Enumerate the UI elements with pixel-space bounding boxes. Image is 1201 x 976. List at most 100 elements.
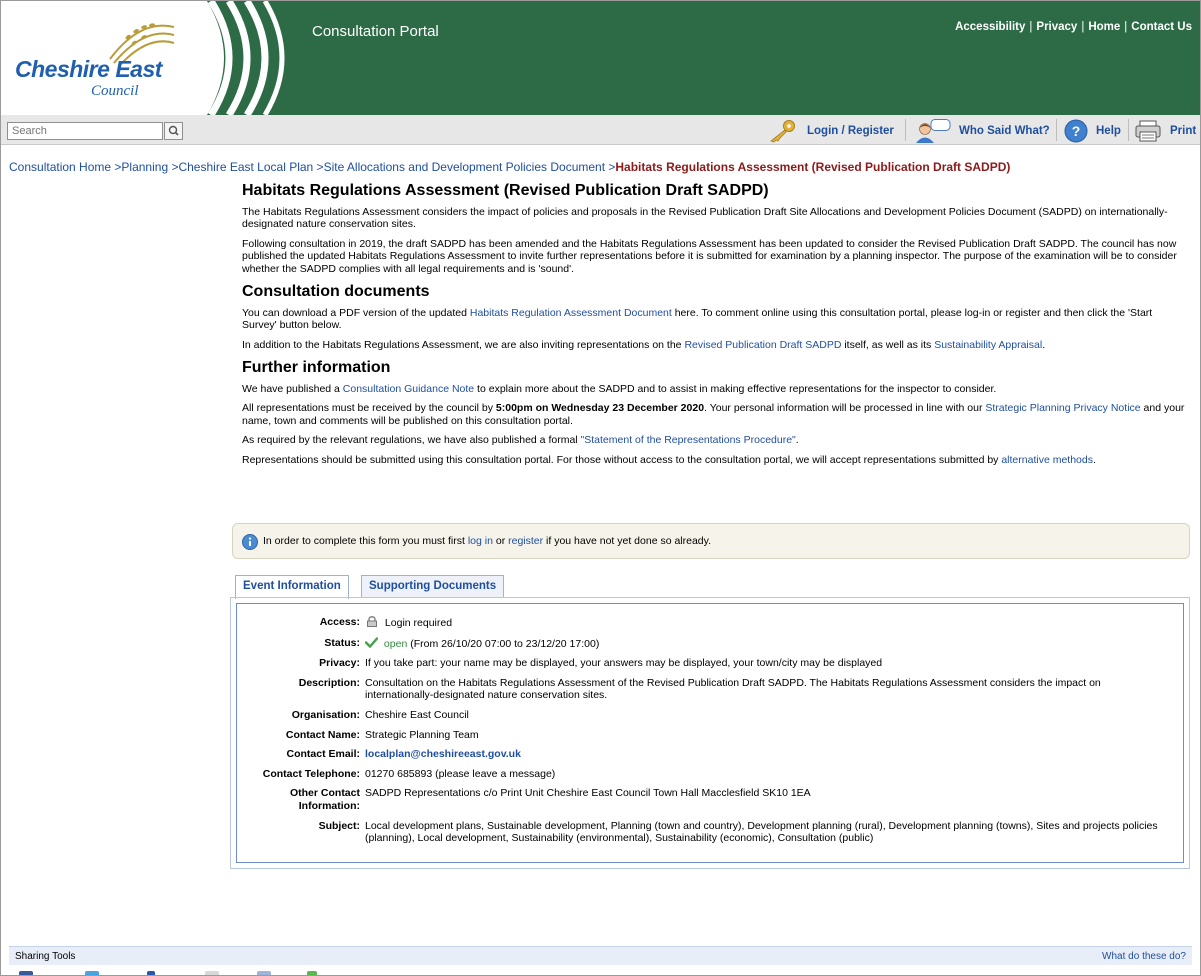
breadcrumb-link-planning[interactable]: Planning bbox=[121, 160, 168, 174]
consultation-documents-heading: Consultation documents bbox=[242, 282, 430, 300]
site-header: Cheshire East Council Consultation Porta… bbox=[1, 1, 1200, 115]
organisation-label: Organisation: bbox=[291, 708, 360, 721]
documents-paragraph-1: You can download a PDF version of the up… bbox=[242, 306, 1153, 332]
contact-telephone-row: Contact Telephone: 01270 685893 (please … bbox=[237, 768, 1183, 781]
print-button[interactable]: Print bbox=[1134, 119, 1196, 143]
hra-document-link[interactable]: Habitats Regulation Assessment Document bbox=[470, 307, 672, 319]
logo-main-text: Cheshire East bbox=[15, 56, 162, 82]
svg-text:?: ? bbox=[1072, 123, 1081, 139]
further-paragraph-3: As required by the relevant regulations,… bbox=[242, 434, 799, 447]
login-register-button[interactable]: Login / Register bbox=[765, 119, 894, 143]
logo-sub-text: Council bbox=[91, 83, 139, 99]
print-label: Print bbox=[1170, 125, 1197, 137]
description-label: Description: bbox=[298, 676, 360, 689]
email-share-icon[interactable] bbox=[205, 971, 219, 975]
who-said-what-label: Who Said What? bbox=[959, 125, 1050, 137]
linkedin-icon[interactable] bbox=[147, 971, 155, 975]
other-contact-row: Other Contact Information: SADPD Represe… bbox=[237, 787, 1183, 812]
home-link[interactable]: Home bbox=[1088, 21, 1120, 33]
statement-procedure-link[interactable]: "Statement of the Representations Proced… bbox=[581, 434, 796, 446]
accessibility-link[interactable]: Accessibility bbox=[955, 21, 1025, 33]
further-information-heading: Further information bbox=[242, 359, 391, 376]
logo[interactable]: Cheshire East Council bbox=[1, 1, 206, 115]
further-paragraph-4: Representations should be submitted usin… bbox=[242, 453, 1096, 466]
tab-supporting-documents[interactable]: Supporting Documents bbox=[361, 575, 505, 598]
contact-us-link[interactable]: Contact Us bbox=[1131, 21, 1192, 33]
further-paragraph-1: We have published a Consultation Guidanc… bbox=[242, 383, 997, 395]
share-more-icon[interactable] bbox=[307, 971, 317, 975]
contact-name-value: Strategic Planning Team bbox=[365, 728, 479, 741]
privacy-value: If you take part: your name may be displ… bbox=[365, 657, 883, 670]
status-row: Status: open (From 26/10/20 07:00 to 23/… bbox=[237, 637, 1183, 651]
what-do-these-do-link[interactable]: What do these do? bbox=[1102, 951, 1186, 962]
portal-title: Consultation Portal bbox=[312, 23, 439, 40]
event-information-box: Access: Login required Status: open (Fro… bbox=[236, 603, 1184, 863]
access-row: Access: Login required bbox=[237, 616, 1183, 630]
sustainability-appraisal-link[interactable]: Sustainability Appraisal bbox=[934, 339, 1042, 351]
notice-register-link[interactable]: register bbox=[508, 535, 543, 547]
breadcrumb-link-local-plan[interactable]: Cheshire East Local Plan bbox=[178, 160, 313, 174]
facebook-icon[interactable] bbox=[19, 971, 33, 975]
key-icon bbox=[770, 120, 795, 143]
other-contact-value: SADPD Representations c/o Print Unit Che… bbox=[365, 787, 811, 800]
contact-name-label: Contact Name: bbox=[285, 728, 360, 741]
page-frame: Cheshire East Council Consultation Porta… bbox=[0, 0, 1201, 976]
top-links: Accessibility | Privacy | Home | Contact Us bbox=[955, 21, 1192, 33]
contact-telephone-label: Contact Telephone: bbox=[262, 767, 360, 780]
alternative-methods-link[interactable]: alternative methods bbox=[1001, 454, 1093, 466]
breadcrumb-link-home[interactable]: Consultation Home bbox=[9, 160, 111, 174]
further-paragraph-2: All representations must be received by … bbox=[242, 402, 1185, 427]
organisation-value: Cheshire East Council bbox=[365, 708, 469, 721]
help-icon: ? bbox=[1064, 119, 1088, 143]
privacy-notice-link[interactable]: Strategic Planning Privacy Notice bbox=[985, 402, 1140, 414]
sharing-tools-bar: Sharing Tools What do these do? bbox=[9, 946, 1192, 965]
toolbar-divider bbox=[1056, 119, 1057, 141]
search-icon bbox=[168, 125, 179, 136]
subject-row: Subject: Local development plans, Sustai… bbox=[237, 820, 1183, 845]
revised-draft-sadpd-link[interactable]: Revised Publication Draft SADPD bbox=[684, 339, 841, 351]
bookmark-icon[interactable] bbox=[257, 971, 271, 975]
breadcrumb: Consultation Home >Planning >Cheshire Ea… bbox=[9, 160, 1011, 174]
guidance-note-link[interactable]: Consultation Guidance Note bbox=[343, 383, 474, 395]
person-speech-icon bbox=[916, 119, 951, 143]
twitter-icon[interactable] bbox=[85, 971, 99, 975]
search-input[interactable] bbox=[7, 122, 163, 140]
who-said-what-button[interactable]: Who Said What? bbox=[915, 119, 1050, 143]
main-content: Habitats Regulations Assessment (Revised… bbox=[242, 182, 1187, 473]
sharing-tools-label: Sharing Tools bbox=[15, 951, 76, 962]
status-open: open bbox=[383, 637, 408, 650]
share-icons-row bbox=[9, 967, 329, 975]
access-value: Login required bbox=[384, 617, 453, 629]
info-icon bbox=[242, 534, 258, 550]
contact-name-row: Contact Name: Strategic Planning Team bbox=[237, 729, 1183, 742]
search-button[interactable] bbox=[164, 122, 183, 140]
lock-icon bbox=[367, 616, 377, 627]
other-contact-label: Other Contact Information: bbox=[289, 787, 360, 812]
printer-icon bbox=[1135, 120, 1161, 142]
contact-email-link[interactable]: localplan@cheshireeast.gov.uk bbox=[365, 748, 521, 760]
toolbar: Login / Register Who Said What? ? Help bbox=[1, 115, 1200, 145]
status-range: (From 26/10/20 07:00 to 23/12/20 17:00) bbox=[410, 637, 600, 650]
description-value: Consultation on the Habitats Regulations… bbox=[365, 676, 1101, 702]
deadline-text: 5:00pm on Wednesday 23 December 2020 bbox=[495, 402, 705, 415]
page-title: Habitats Regulations Assessment (Revised… bbox=[242, 182, 769, 199]
help-button[interactable]: ? Help bbox=[1064, 119, 1121, 143]
privacy-row: Privacy: If you take part: your name may… bbox=[237, 657, 1183, 670]
tab-event-information[interactable]: Event Information bbox=[235, 575, 349, 599]
privacy-link[interactable]: Privacy bbox=[1036, 21, 1077, 33]
breadcrumb-link-sadpd[interactable]: Site Allocations and Development Policie… bbox=[324, 160, 605, 174]
toolbar-divider bbox=[905, 119, 906, 141]
breadcrumb-current: Habitats Regulations Assessment (Revised… bbox=[615, 160, 1011, 174]
status-label: Status: bbox=[324, 636, 360, 649]
intro-paragraph-1: The Habitats Regulations Assessment cons… bbox=[242, 206, 1168, 231]
intro-paragraph-2: Following consultation in 2019, the draf… bbox=[242, 237, 1177, 275]
description-row: Description: Consultation on the Habitat… bbox=[237, 677, 1183, 702]
privacy-label: Privacy: bbox=[319, 657, 360, 670]
notice-login-link[interactable]: log in bbox=[468, 535, 493, 547]
contact-email-label: Contact Email: bbox=[286, 748, 360, 761]
checkmark-icon bbox=[364, 636, 379, 648]
subject-label: Subject: bbox=[318, 819, 360, 832]
toolbar-divider bbox=[1128, 119, 1129, 141]
help-label: Help bbox=[1096, 125, 1121, 137]
subject-value: Local development plans, Sustainable dev… bbox=[365, 819, 1158, 845]
